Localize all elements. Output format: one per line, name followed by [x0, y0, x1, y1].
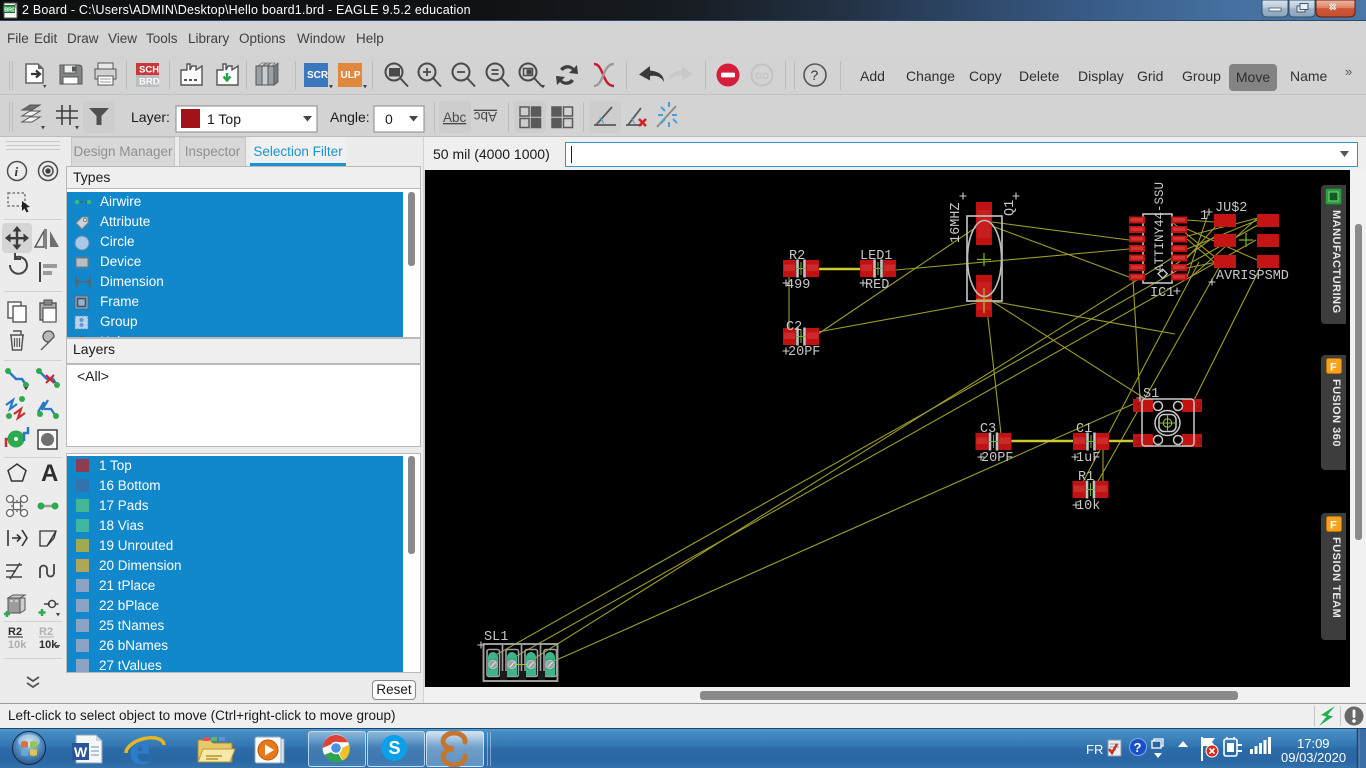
svg-text:C1: C1 — [1076, 422, 1092, 437]
svg-text:F: F — [1330, 520, 1337, 532]
svg-text:AVRISPSMD: AVRISPSMD — [1216, 269, 1289, 284]
svg-text:C2: C2 — [786, 320, 802, 335]
svg-text:20PF: 20PF — [981, 451, 1013, 466]
svg-text:1: 1 — [1200, 209, 1208, 224]
svg-text:10k: 10k — [1076, 499, 1100, 514]
svg-text:F: F — [1330, 362, 1337, 374]
svg-text:10k: 10k — [8, 639, 27, 651]
svg-text:?: ? — [811, 67, 819, 83]
svg-text:Angle:: Angle: — [330, 109, 370, 125]
svg-text:Layer:: Layer: — [131, 109, 170, 125]
svg-text:0: 0 — [385, 111, 393, 127]
svg-text:2: 2 — [1196, 402, 1203, 414]
svg-text:R2: R2 — [8, 626, 22, 638]
svg-text:e: e — [129, 729, 150, 768]
svg-text:499: 499 — [786, 278, 810, 293]
svg-text:Q1: Q1 — [1003, 200, 1018, 216]
svg-text:BRD: BRD — [139, 77, 160, 88]
svg-text:1: 1 — [1135, 402, 1142, 414]
svg-text:1 Top: 1 Top — [207, 111, 241, 127]
svg-text:IC1: IC1 — [1150, 286, 1174, 301]
svg-text:3: 3 — [1135, 437, 1142, 449]
svg-text:SCH: SCH — [139, 65, 159, 76]
svg-text:S: S — [389, 738, 401, 758]
svg-text:R2: R2 — [789, 249, 805, 264]
svg-text:LED1: LED1 — [860, 249, 892, 264]
svg-text:09/03/2020: 09/03/2020 — [1281, 750, 1346, 765]
svg-text:BRD: BRD — [4, 8, 16, 14]
svg-text:17:09: 17:09 — [1297, 736, 1330, 751]
svg-text:ULP: ULP — [341, 70, 361, 81]
svg-text:R2: R2 — [39, 626, 53, 638]
svg-text:SCR: SCR — [307, 70, 329, 81]
svg-text:Abc: Abc — [443, 110, 467, 125]
svg-text:JU$2: JU$2 — [1215, 201, 1247, 216]
svg-text:SL1: SL1 — [484, 630, 508, 645]
svg-text:10k: 10k — [39, 639, 58, 651]
svg-text:4: 4 — [1196, 437, 1203, 449]
svg-text:FR: FR — [1086, 742, 1103, 757]
svg-text:1uF: 1uF — [1076, 451, 1100, 466]
svg-text:RED: RED — [865, 278, 889, 293]
svg-text:20PF: 20PF — [788, 345, 820, 360]
svg-text:16MHZ: 16MHZ — [949, 202, 964, 243]
svg-text:S1: S1 — [1143, 387, 1159, 402]
svg-text:R1: R1 — [1078, 470, 1094, 485]
svg-text:C3: C3 — [980, 422, 996, 437]
svg-text:ATTINY44-SSU: ATTINY44-SSU — [1153, 182, 1167, 272]
svg-text:W: W — [74, 744, 88, 760]
svg-text:A: A — [41, 460, 58, 487]
svg-text:i: i — [15, 164, 19, 179]
svg-text:?: ? — [1134, 740, 1142, 755]
svg-text:GO: GO — [755, 71, 769, 81]
svg-text:Abc: Abc — [473, 109, 497, 124]
